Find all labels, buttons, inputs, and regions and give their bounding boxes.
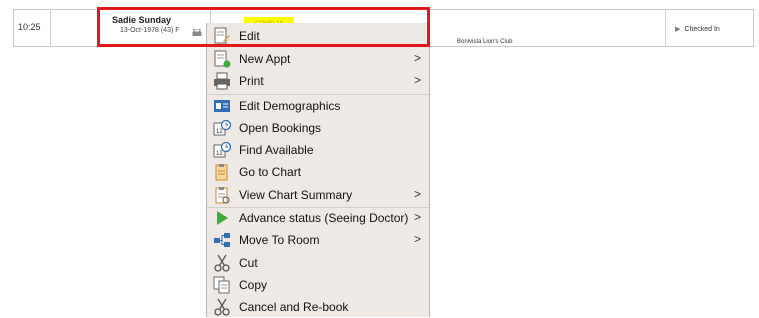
menu-item-edit-demographics[interactable]: Edit Demographics — [207, 95, 429, 117]
menu-item-label: Find Available — [239, 143, 314, 157]
calendar-clock-icon: 12 — [213, 119, 231, 137]
menu-item-open-bookings[interactable]: 12 Open Bookings — [207, 117, 429, 139]
menu-item-go-to-chart[interactable]: Go to Chart — [207, 161, 429, 183]
menu-item-label: Advance status (Seeing Doctor) — [239, 211, 409, 225]
scissors-icon — [213, 254, 231, 272]
menu-item-label: Edit Demographics — [239, 99, 341, 113]
status-label: Checked In — [684, 26, 720, 33]
scissors-icon — [213, 298, 231, 316]
appointment-time: 10:25 — [18, 22, 41, 32]
cell-divider — [50, 10, 51, 46]
cell-divider — [665, 10, 666, 46]
submenu-arrow-icon: > — [413, 73, 421, 87]
submenu-arrow-icon: > — [413, 210, 421, 224]
submenu-arrow-icon: > — [413, 51, 421, 65]
submenu-arrow-icon: > — [413, 187, 421, 201]
menu-item-find-available[interactable]: 12 Find Available — [207, 139, 429, 161]
menu-item-label: Open Bookings — [239, 121, 322, 135]
context-menu: Edit New Appt > Print > Edit Demographic… — [206, 23, 430, 317]
chart-summary-icon — [213, 186, 231, 204]
calendar-clock-icon: 12 — [213, 141, 231, 159]
menu-item-label: Go to Chart — [239, 165, 302, 179]
chart-icon — [213, 163, 231, 181]
menu-item-advance-status[interactable]: Advance status (Seeing Doctor) > — [207, 207, 429, 229]
menu-item-cancel-rebook[interactable]: Cancel and Re-book — [207, 296, 429, 318]
demographics-icon — [213, 97, 231, 115]
menu-item-print[interactable]: Print > — [207, 70, 429, 92]
printer-icon — [213, 72, 231, 90]
new-appt-icon — [213, 50, 231, 68]
menu-item-label: Cut — [239, 256, 258, 270]
menu-item-copy[interactable]: Copy — [207, 274, 429, 296]
menu-item-move-to-room[interactable]: Move To Room > — [207, 229, 429, 251]
menu-item-label: Cancel and Re-book — [239, 300, 349, 314]
club-name: Bonivista Lion's Club — [457, 39, 513, 45]
menu-item-label: New Appt — [239, 52, 291, 66]
menu-item-label: View Chart Summary — [239, 188, 353, 202]
selection-highlight — [97, 7, 430, 47]
menu-item-label: Copy — [239, 278, 268, 292]
menu-item-cut[interactable]: Cut — [207, 252, 429, 274]
menu-item-label: Print — [239, 74, 264, 88]
status-arrow-icon: ▶ — [675, 26, 681, 33]
menu-item-view-chart-summary[interactable]: View Chart Summary > — [207, 184, 429, 206]
appointment-status[interactable]: ▶ Checked In — [675, 25, 720, 33]
svg-text:12: 12 — [216, 129, 223, 135]
menu-item-new-appt[interactable]: New Appt > — [207, 48, 429, 70]
copy-icon — [213, 276, 231, 294]
play-icon — [213, 209, 231, 227]
room-icon — [213, 231, 231, 249]
svg-text:12: 12 — [216, 151, 223, 157]
menu-item-label: Move To Room — [239, 233, 320, 247]
submenu-arrow-icon: > — [413, 232, 421, 246]
